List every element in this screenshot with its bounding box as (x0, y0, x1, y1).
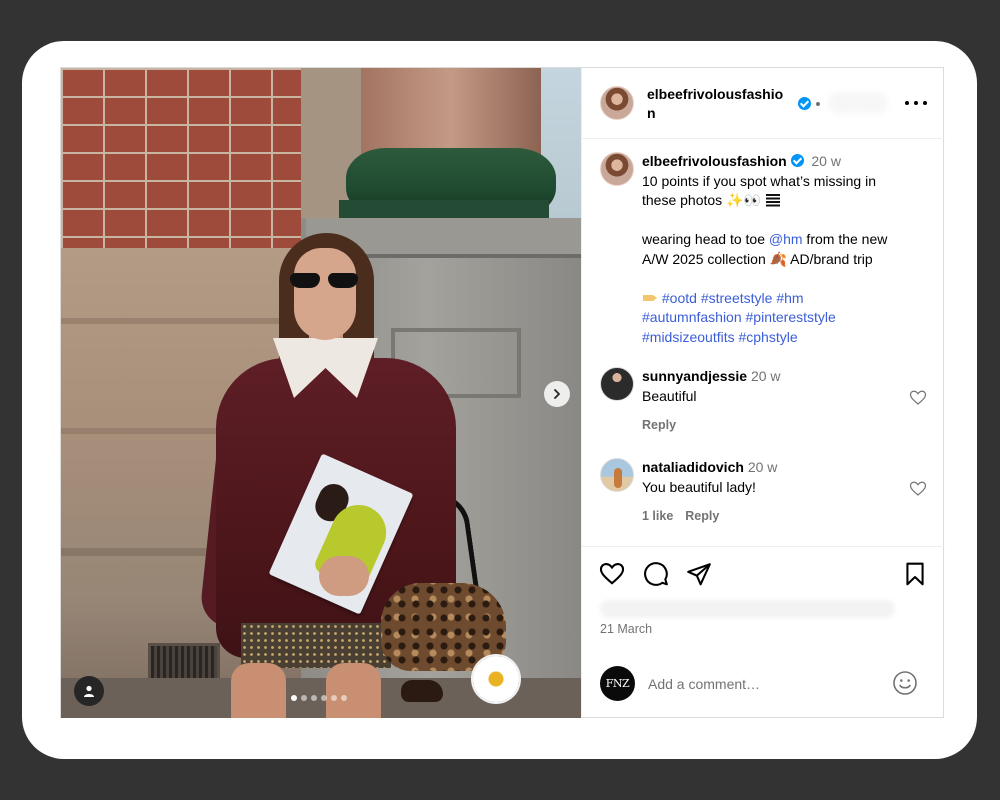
caption-text: elbeefrivolousfashion 20 w 10 points if … (642, 153, 888, 345)
photo-studded-skirt (241, 623, 391, 668)
photo-daisy-charm (473, 656, 519, 702)
carousel-dot (311, 695, 317, 701)
commenter-username[interactable]: nataliadidovich (642, 459, 744, 475)
commenter-avatar[interactable] (600, 458, 634, 492)
hashtag-line: #ootd #streetstyle #hm (662, 290, 804, 306)
comment-likes-count[interactable]: 1 like (642, 509, 673, 523)
user-tags-button[interactable] (74, 676, 104, 706)
post-header: elbeefrivolousfashio n (582, 68, 945, 139)
comments-scroll-area[interactable]: elbeefrivolousfashion 20 w 10 points if … (582, 140, 945, 545)
carousel-dot (321, 695, 327, 701)
hashtag-line: #midsizeoutfits #cphstyle (642, 329, 798, 345)
comment-icon[interactable] (643, 561, 669, 587)
author-username[interactable]: elbeefrivolousfashio n (647, 85, 801, 123)
chevron-right-icon (554, 389, 560, 399)
next-slide-button[interactable] (544, 381, 570, 407)
comment-body: You beautiful lady! (642, 478, 756, 495)
label-emoji-icon (643, 294, 657, 301)
user-tag-icon (84, 685, 94, 697)
carousel-dot (341, 695, 347, 701)
caption-line: these photos ✨👀 (642, 192, 761, 208)
photo-brick-wall (61, 68, 301, 248)
comment-like-icon[interactable] (909, 480, 927, 498)
hashtag-link[interactable]: #midsizeoutfits (642, 329, 735, 345)
carousel-dot (291, 695, 297, 701)
post-date[interactable]: 21 March (600, 622, 652, 636)
caption-line: wearing head to toe (642, 231, 769, 247)
photo-hand (319, 556, 369, 596)
comment-like-icon[interactable] (909, 389, 927, 407)
comment-text: nataliadidovich 20 w You beautiful lady! (642, 458, 912, 497)
hashtag-link[interactable]: #cphstyle (738, 329, 797, 345)
comment-time[interactable]: 20 w (751, 368, 781, 384)
reply-button[interactable]: Reply (642, 418, 676, 432)
mention-link[interactable]: @hm (769, 231, 803, 247)
bookmark-icon[interactable] (902, 561, 928, 587)
author-avatar[interactable] (600, 152, 634, 186)
caption-username[interactable]: elbeefrivolousfashion (642, 153, 787, 169)
comment-time[interactable]: 20 w (748, 459, 778, 475)
comment-actions: 1 like Reply (642, 509, 719, 523)
verified-badge-icon (798, 97, 811, 110)
photo-sunglasses (290, 273, 358, 289)
author-avatar[interactable] (600, 86, 634, 120)
post-photo[interactable] (61, 68, 581, 718)
send-icon[interactable] (686, 561, 712, 587)
caption-line: 10 points if you spot what’s missing in (642, 172, 876, 189)
hashtag-link[interactable]: #ootd (662, 290, 697, 306)
hashtag-link[interactable]: #autumnfashion #pinterest (642, 309, 807, 325)
carousel-dot (301, 695, 307, 701)
carousel-dot (331, 695, 337, 701)
add-comment-bar: FNZ (582, 666, 945, 718)
verified-badge-icon (790, 154, 804, 167)
heart-icon[interactable] (599, 561, 625, 587)
photo-duck-charm (401, 680, 443, 702)
caption-time[interactable]: 20 w (811, 153, 841, 169)
comment-input[interactable] (648, 673, 878, 695)
comment-text: sunnyandjessie 20 w Beautiful (642, 367, 912, 406)
photo-legs (231, 663, 401, 718)
smiley-icon[interactable] (892, 670, 918, 696)
current-user-avatar[interactable]: FNZ (600, 666, 635, 701)
separator-dot (816, 102, 820, 106)
post-action-bar: 21 March (582, 546, 945, 666)
instagram-post: elbeefrivolousfashio n elbeefrivolousfash… (60, 67, 945, 718)
follow-button-blurred[interactable] (828, 92, 888, 114)
carousel-indicator (291, 695, 347, 701)
commenter-username[interactable]: sunnyandjessie (642, 368, 747, 384)
photo-face (294, 248, 356, 340)
more-options-icon (905, 101, 909, 105)
photo-column-foot (339, 200, 549, 218)
post-details-pane: elbeefrivolousfashio n elbeefrivolousfash… (581, 68, 945, 718)
hashtag-link[interactable]: #streetstyle (701, 290, 773, 306)
commenter-avatar[interactable] (600, 367, 634, 401)
barcode-emoji-icon (765, 194, 780, 207)
reply-button[interactable]: Reply (685, 509, 719, 523)
hashtag-link[interactable]: #hm (776, 290, 803, 306)
comment-body: Beautiful (642, 387, 697, 404)
comment-actions: Reply (642, 418, 676, 432)
more-options-button[interactable] (905, 94, 927, 112)
likes-count-blurred[interactable] (600, 600, 895, 618)
caption-line: A/W 2025 collection 🍂 AD/brand trip (642, 250, 873, 267)
